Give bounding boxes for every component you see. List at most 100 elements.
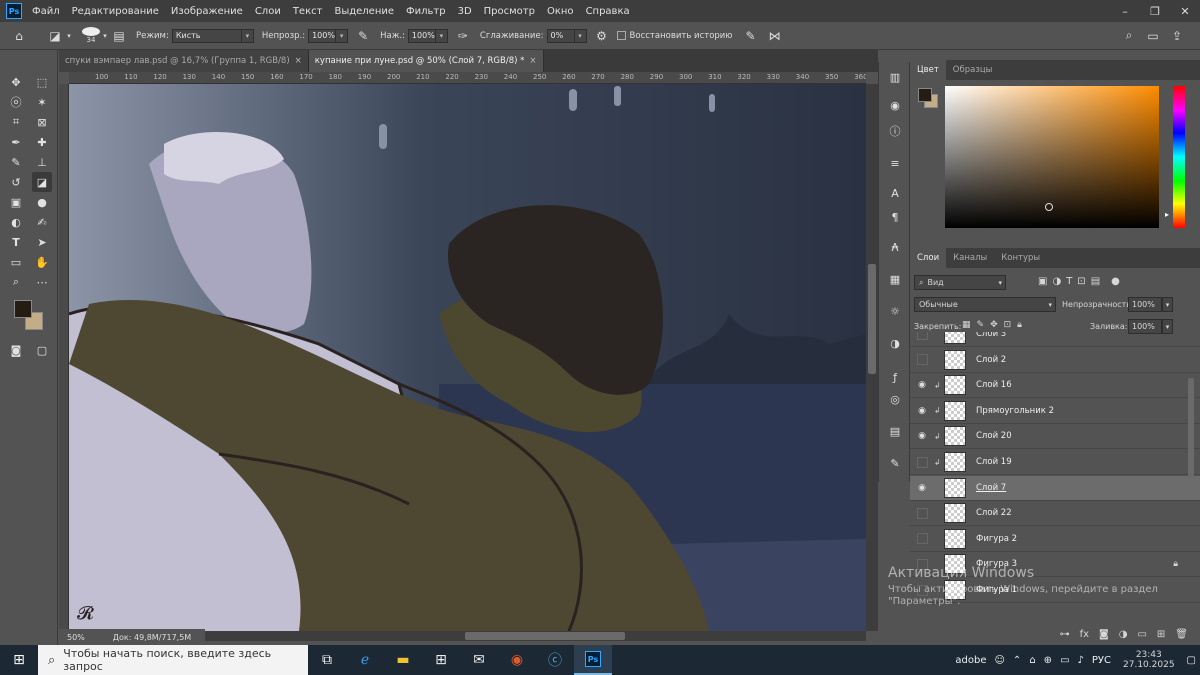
styles-icon[interactable]: ◎	[886, 390, 904, 408]
character-icon[interactable]: A	[886, 184, 904, 202]
marquee-tool-icon[interactable]: ⬚	[32, 72, 52, 92]
share-icon[interactable]: ⇪	[1168, 27, 1186, 45]
close-icon[interactable]: ×	[295, 56, 302, 66]
smoothing-input[interactable]: 0%	[546, 28, 575, 43]
photoshop-logo-icon[interactable]: Ps	[6, 3, 22, 19]
layer-thumbnail[interactable]	[944, 375, 966, 396]
visibility-toggle[interactable]	[910, 450, 934, 475]
navigator-icon[interactable]: ◉	[886, 96, 904, 114]
info-icon[interactable]: ⓘ	[886, 122, 904, 140]
eyedropper-tool-icon[interactable]: ✒	[6, 132, 26, 152]
globe-icon[interactable]: ⊕	[1044, 655, 1052, 666]
visibility-toggle[interactable]	[910, 578, 934, 603]
menu-item[interactable]: Окно	[547, 6, 574, 17]
chevron-down-icon[interactable]: ▾	[241, 28, 254, 43]
workspace-icon[interactable]: ▭	[1144, 27, 1162, 45]
eye-icon[interactable]: ◉	[910, 475, 934, 500]
layer-list-scrollbar[interactable]	[1188, 378, 1194, 478]
link-layers-icon[interactable]: ⊶	[1060, 629, 1070, 640]
mode-select[interactable]: Кисть	[171, 28, 242, 43]
tab-layers[interactable]: Слои	[910, 248, 947, 268]
layer-thumbnail[interactable]	[944, 503, 966, 524]
taskbar-search-box[interactable]: ⌕ Чтобы начать поиск, введите здесь запр…	[38, 645, 308, 675]
opacity-input[interactable]: 100%	[308, 28, 337, 43]
zoom-tool-icon[interactable]: ⌕	[6, 272, 26, 292]
more-tools-icon[interactable]: ⋯	[32, 272, 52, 292]
layer-row[interactable]: Фигура 1	[910, 578, 1200, 603]
lock-artboard-icon[interactable]: ⊡	[1004, 320, 1012, 330]
layer-row[interactable]: Фигура 3 🔒︎	[910, 552, 1200, 578]
lock-transparent-icon[interactable]: ▦	[962, 320, 971, 330]
search-icon[interactable]: ⌕	[1120, 27, 1138, 45]
zoom-level[interactable]: 50%	[67, 633, 85, 642]
eraser-tool-icon[interactable]: ◪	[46, 27, 64, 45]
visibility-toggle[interactable]	[910, 552, 934, 577]
clock[interactable]: 23:43 27.10.2025	[1123, 650, 1175, 670]
healing-brush-tool-icon[interactable]: ✚	[32, 132, 52, 152]
minimize-button[interactable]: –	[1110, 0, 1140, 22]
visibility-toggle[interactable]	[910, 501, 934, 526]
file-explorer-icon[interactable]: ▬	[384, 645, 422, 675]
layer-thumbnail[interactable]	[944, 528, 966, 549]
lock-position-icon[interactable]: ✥	[990, 320, 998, 330]
brush-tool-icon[interactable]: ✎	[6, 152, 26, 172]
new-group-icon[interactable]: ▭	[1137, 629, 1146, 640]
menu-item[interactable]: Изображение	[171, 6, 243, 17]
histogram-icon[interactable]: ▥	[886, 68, 904, 86]
lock-image-icon[interactable]: ✎	[977, 320, 985, 330]
color-picker-field[interactable]	[945, 86, 1159, 228]
microsoft-store-icon[interactable]: ⊞	[422, 645, 460, 675]
layer-thumbnail[interactable]	[944, 349, 966, 370]
brush-preset-picker[interactable]: 34	[82, 27, 100, 44]
hue-slider-handle[interactable]: ▸	[1165, 210, 1169, 219]
type-tool-icon[interactable]: T	[6, 232, 26, 252]
new-layer-icon[interactable]: ⊞	[1157, 629, 1165, 640]
lasso-tool-icon[interactable]: ⓞ	[6, 92, 26, 112]
layer-row[interactable]: ◉ ↲ Прямоугольник 2	[910, 399, 1200, 424]
chevron-down-icon[interactable]: ▾	[336, 28, 349, 43]
eye-icon[interactable]: ◉	[910, 424, 934, 449]
filter-type-icon[interactable]: T	[1066, 276, 1072, 287]
pressure-input[interactable]: 100%	[407, 28, 436, 43]
eraser-tool-icon[interactable]: ◪	[32, 172, 52, 192]
properties-icon[interactable]: ▤	[886, 422, 904, 440]
brush-settings-icon[interactable]: ≡	[886, 154, 904, 172]
tab-paths[interactable]: Контуры	[994, 248, 1047, 268]
chevron-down-icon[interactable]: ▾	[64, 27, 74, 45]
clone-stamp-tool-icon[interactable]: ⊥	[32, 152, 52, 172]
learn-icon[interactable]: ☼	[886, 302, 904, 320]
maximize-button[interactable]: ❐	[1140, 0, 1170, 22]
hand-tool-icon[interactable]: ✋	[32, 252, 52, 272]
layer-thumbnail[interactable]	[944, 426, 966, 447]
notifications-icon[interactable]: ▢	[1187, 655, 1196, 666]
move-tool-icon[interactable]: ✥	[6, 72, 26, 92]
glyphs-icon[interactable]: ₳	[886, 238, 904, 256]
layer-thumbnail[interactable]	[944, 580, 966, 600]
eye-icon[interactable]: ◉	[910, 398, 934, 423]
tab-swatches[interactable]: Образцы	[946, 60, 1000, 80]
frame-tool-icon[interactable]: ⊠	[32, 112, 52, 132]
tab-moon-bathing[interactable]: купание при луне.psd @ 50% (Слой 7, RGB/…	[308, 50, 544, 72]
rectangle-tool-icon[interactable]: ▭	[6, 252, 26, 272]
restore-history-checkbox[interactable]	[616, 31, 626, 40]
visibility-toggle[interactable]	[910, 332, 934, 347]
tab-spooky-vampire[interactable]: спуки вэмпаер лав.psd @ 16,7% (Группа 1,…	[59, 50, 309, 72]
menu-item[interactable]: Справка	[586, 6, 630, 17]
close-icon[interactable]: ×	[529, 56, 536, 66]
visibility-toggle[interactable]	[910, 347, 934, 372]
filter-smart-object-icon[interactable]: ▤	[1091, 276, 1100, 287]
app-c-icon[interactable]: ⓒ	[536, 645, 574, 675]
effects-icon[interactable]: ƒ	[886, 368, 904, 386]
pressure-size-icon[interactable]: ✎	[741, 27, 759, 45]
home-icon[interactable]: ⌂	[10, 27, 28, 45]
airbrush-icon[interactable]: ✑	[454, 27, 472, 45]
layer-row[interactable]: ◉ Слой 7	[910, 475, 1200, 501]
menu-item[interactable]: Слои	[255, 6, 281, 17]
foreground-color-swatch[interactable]	[918, 88, 932, 102]
layer-opacity-input[interactable]: 100%	[1128, 297, 1162, 312]
layer-row[interactable]: Слой 22	[910, 501, 1200, 527]
edge-browser-icon[interactable]: ℯ	[346, 645, 384, 675]
tab-color[interactable]: Цвет	[910, 60, 946, 80]
layer-row[interactable]: ↲ Слой 19	[910, 450, 1200, 475]
add-mask-icon[interactable]: ◙	[1099, 629, 1109, 640]
